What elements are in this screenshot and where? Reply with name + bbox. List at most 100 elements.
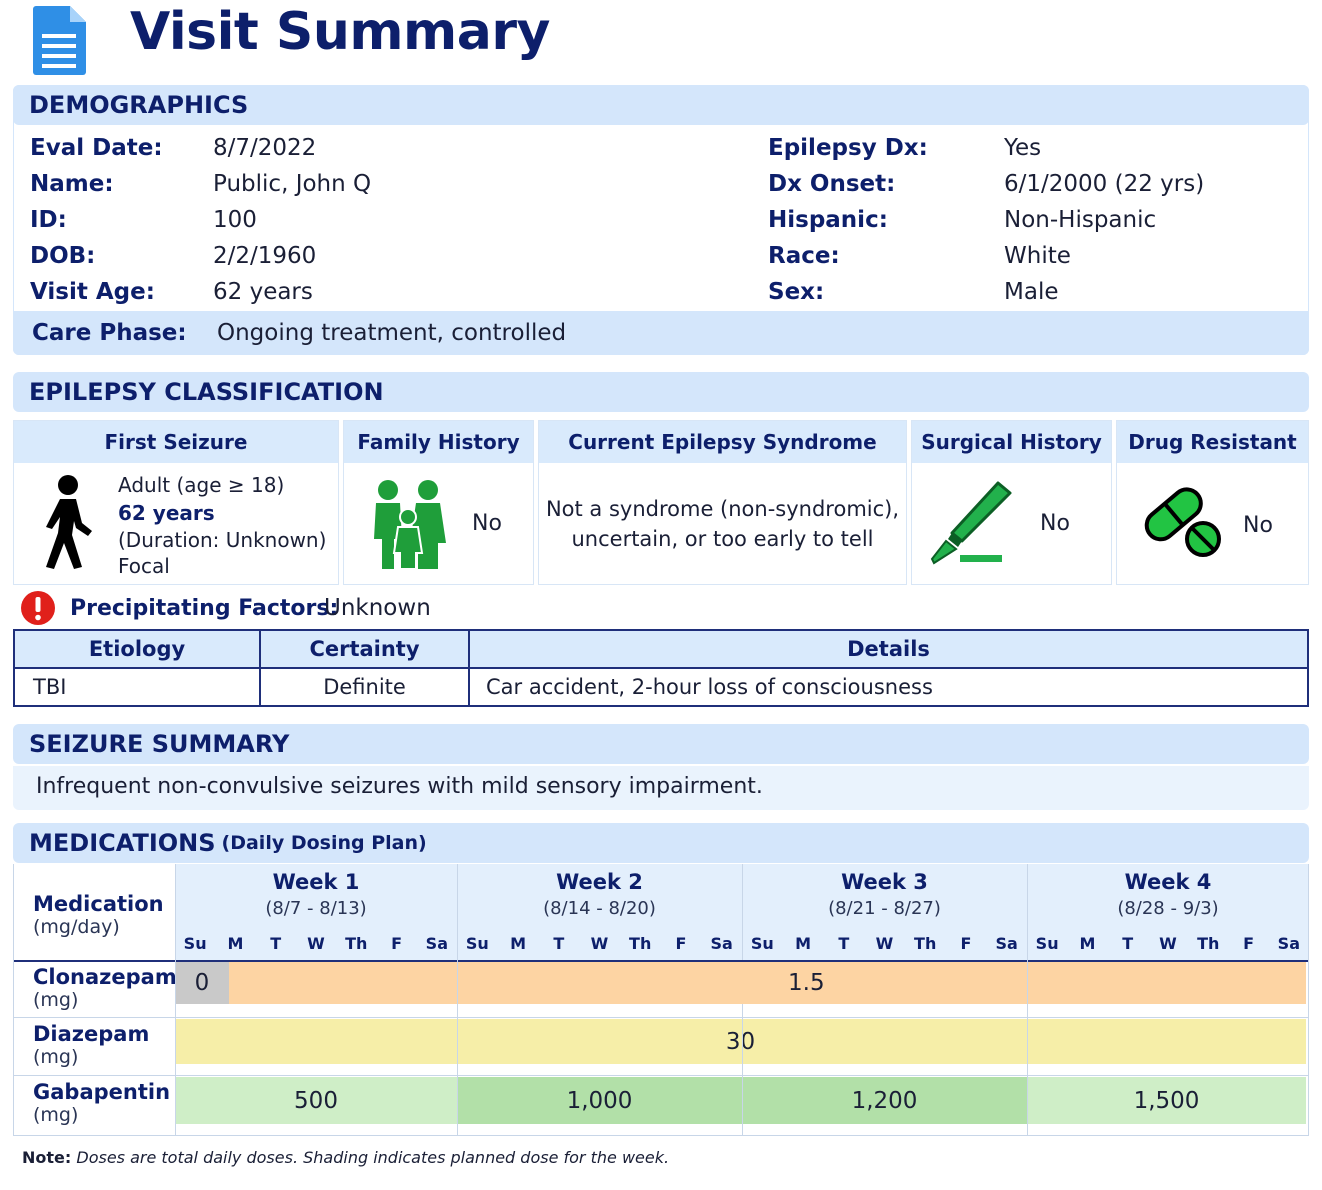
first-seizure-line1: Adult (age ≥ 18) <box>118 473 285 497</box>
week-3-label: Week 3 <box>841 870 928 894</box>
week-divider <box>1027 864 1028 1135</box>
family-icon <box>368 479 448 575</box>
clonazepam-dose-value: 1.5 <box>788 970 825 996</box>
medications-subtitle: (Daily Dosing Plan) <box>221 832 427 854</box>
details-cell: Car accident, 2-hour loss of consciousne… <box>468 667 1309 707</box>
clonazepam-dose-bar: 1.5 <box>229 962 1306 1004</box>
epilepsy-dx-value: Yes <box>1004 135 1042 161</box>
medication-col-unit: (mg/day) <box>33 916 120 938</box>
day-label: F <box>1243 934 1255 953</box>
day-label: T <box>270 934 282 953</box>
day-label: Su <box>1035 934 1059 953</box>
seizure-summary-text: Infrequent non-convulsive seizures with … <box>36 774 763 799</box>
week-1-range: (8/7 - 8/13) <box>265 898 367 919</box>
row-divider <box>14 1075 1308 1076</box>
surgical-history-title: Surgical History <box>912 421 1111 463</box>
week-divider <box>457 864 458 1135</box>
table-row: TBI Definite Car accident, 2-hour loss o… <box>13 667 1309 707</box>
care-phase-label: Care Phase: <box>32 320 187 346</box>
medication-col-label: Medication <box>33 892 164 916</box>
family-history-card: Family History No <box>343 420 534 585</box>
sex-label: Sex: <box>768 279 825 305</box>
week-3-range: (8/21 - 8/27) <box>828 898 941 919</box>
day-label: T <box>838 934 850 953</box>
gabapentin-week2-bar: 1,000 <box>457 1077 742 1124</box>
clonazepam-name: Clonazepam <box>33 965 177 989</box>
medications-title: MEDICATIONS <box>29 829 216 857</box>
details-col-header: Details <box>468 629 1309 669</box>
drug-resistant-title: Drug Resistant <box>1117 421 1308 463</box>
week-divider <box>742 864 743 960</box>
walking-person-icon <box>36 473 96 577</box>
day-label: M <box>1079 934 1096 953</box>
clonazepam-unit: (mg) <box>33 989 79 1011</box>
visit-age-value: 62 years <box>213 279 313 305</box>
day-label: Su <box>750 934 774 953</box>
care-phase-value: Ongoing treatment, controlled <box>217 320 567 346</box>
visit-age-label: Visit Age: <box>30 279 155 305</box>
eval-date-label: Eval Date: <box>30 135 163 161</box>
day-label: Sa <box>1277 934 1300 953</box>
syndrome-line1: Not a syndrome (non-syndromic), <box>545 497 900 521</box>
first-seizure-card: First Seizure Adult (age ≥ 18) 62 years … <box>13 420 339 585</box>
diazepam-unit: (mg) <box>33 1046 79 1068</box>
medications-header: MEDICATIONS (Daily Dosing Plan) <box>13 823 1309 863</box>
first-seizure-line3: (Duration: Unknown) <box>118 528 327 552</box>
document-icon <box>30 4 90 76</box>
dob-value: 2/2/1960 <box>213 243 317 269</box>
day-label: Th <box>914 934 937 953</box>
day-label: Su <box>183 934 207 953</box>
day-label: M <box>510 934 527 953</box>
eval-date-value: 8/7/2022 <box>213 135 317 161</box>
precipitating-value: Unknown <box>324 595 431 621</box>
etiology-table: Etiology Certainty Details TBI Definite … <box>13 629 1309 707</box>
first-seizure-line4: Focal <box>118 554 170 578</box>
day-label: Th <box>629 934 652 953</box>
week-4-label: Week 4 <box>1124 870 1212 894</box>
syndrome-line2: uncertain, or too early to tell <box>571 527 874 551</box>
first-seizure-line2: 62 years <box>118 501 215 525</box>
name-value: Public, John Q <box>213 171 372 197</box>
diazepam-name: Diazepam <box>33 1022 150 1046</box>
day-label: Sa <box>710 934 733 953</box>
note-label: Note: <box>22 1148 72 1167</box>
hispanic-value: Non-Hispanic <box>1004 207 1157 233</box>
day-label: M <box>227 934 244 953</box>
clonazepam-zero-bar: 0 <box>175 962 229 1004</box>
dob-label: DOB: <box>30 243 96 269</box>
gabapentin-week3-bar: 1,200 <box>742 1077 1027 1124</box>
page-title: Visit Summary <box>130 2 550 62</box>
gabapentin-name: Gabapentin <box>33 1080 171 1104</box>
note-text: Doses are total daily doses. Shading ind… <box>76 1148 670 1167</box>
day-label: Sa <box>425 934 448 953</box>
name-label: Name: <box>30 171 114 197</box>
id-label: ID: <box>30 207 67 233</box>
week-2-label: Week 2 <box>556 870 643 894</box>
day-label: T <box>1122 934 1134 953</box>
dx-onset-label: Dx Onset: <box>768 171 896 197</box>
day-label: Th <box>345 934 368 953</box>
week-2-range: (8/14 - 8/20) <box>543 898 656 919</box>
day-label: Sa <box>995 934 1018 953</box>
certainty-cell: Definite <box>259 667 470 707</box>
day-label: W <box>1159 934 1177 953</box>
care-phase-row <box>13 311 1309 355</box>
day-label: W <box>307 934 325 953</box>
etiology-cell: TBI <box>13 667 261 707</box>
etiology-col-header: Etiology <box>13 629 261 669</box>
hispanic-label: Hispanic: <box>768 207 888 233</box>
gabapentin-week4-bar: 1,500 <box>1027 1077 1306 1124</box>
day-label: Su <box>465 934 489 953</box>
week-divider <box>175 864 176 1135</box>
row-divider <box>14 1017 1308 1018</box>
medications-note: Note: Doses are total daily doses. Shadi… <box>22 1148 669 1167</box>
seizure-summary-header: SEIZURE SUMMARY <box>13 724 1309 764</box>
day-label: F <box>675 934 687 953</box>
surgical-history-card: Surgical History No <box>911 420 1112 585</box>
day-label: F <box>391 934 403 953</box>
demographics-header: DEMOGRAPHICS <box>13 85 1309 125</box>
id-value: 100 <box>213 207 257 233</box>
race-label: Race: <box>768 243 840 269</box>
day-label: F <box>960 934 972 953</box>
classification-header: EPILEPSY CLASSIFICATION <box>13 372 1309 412</box>
